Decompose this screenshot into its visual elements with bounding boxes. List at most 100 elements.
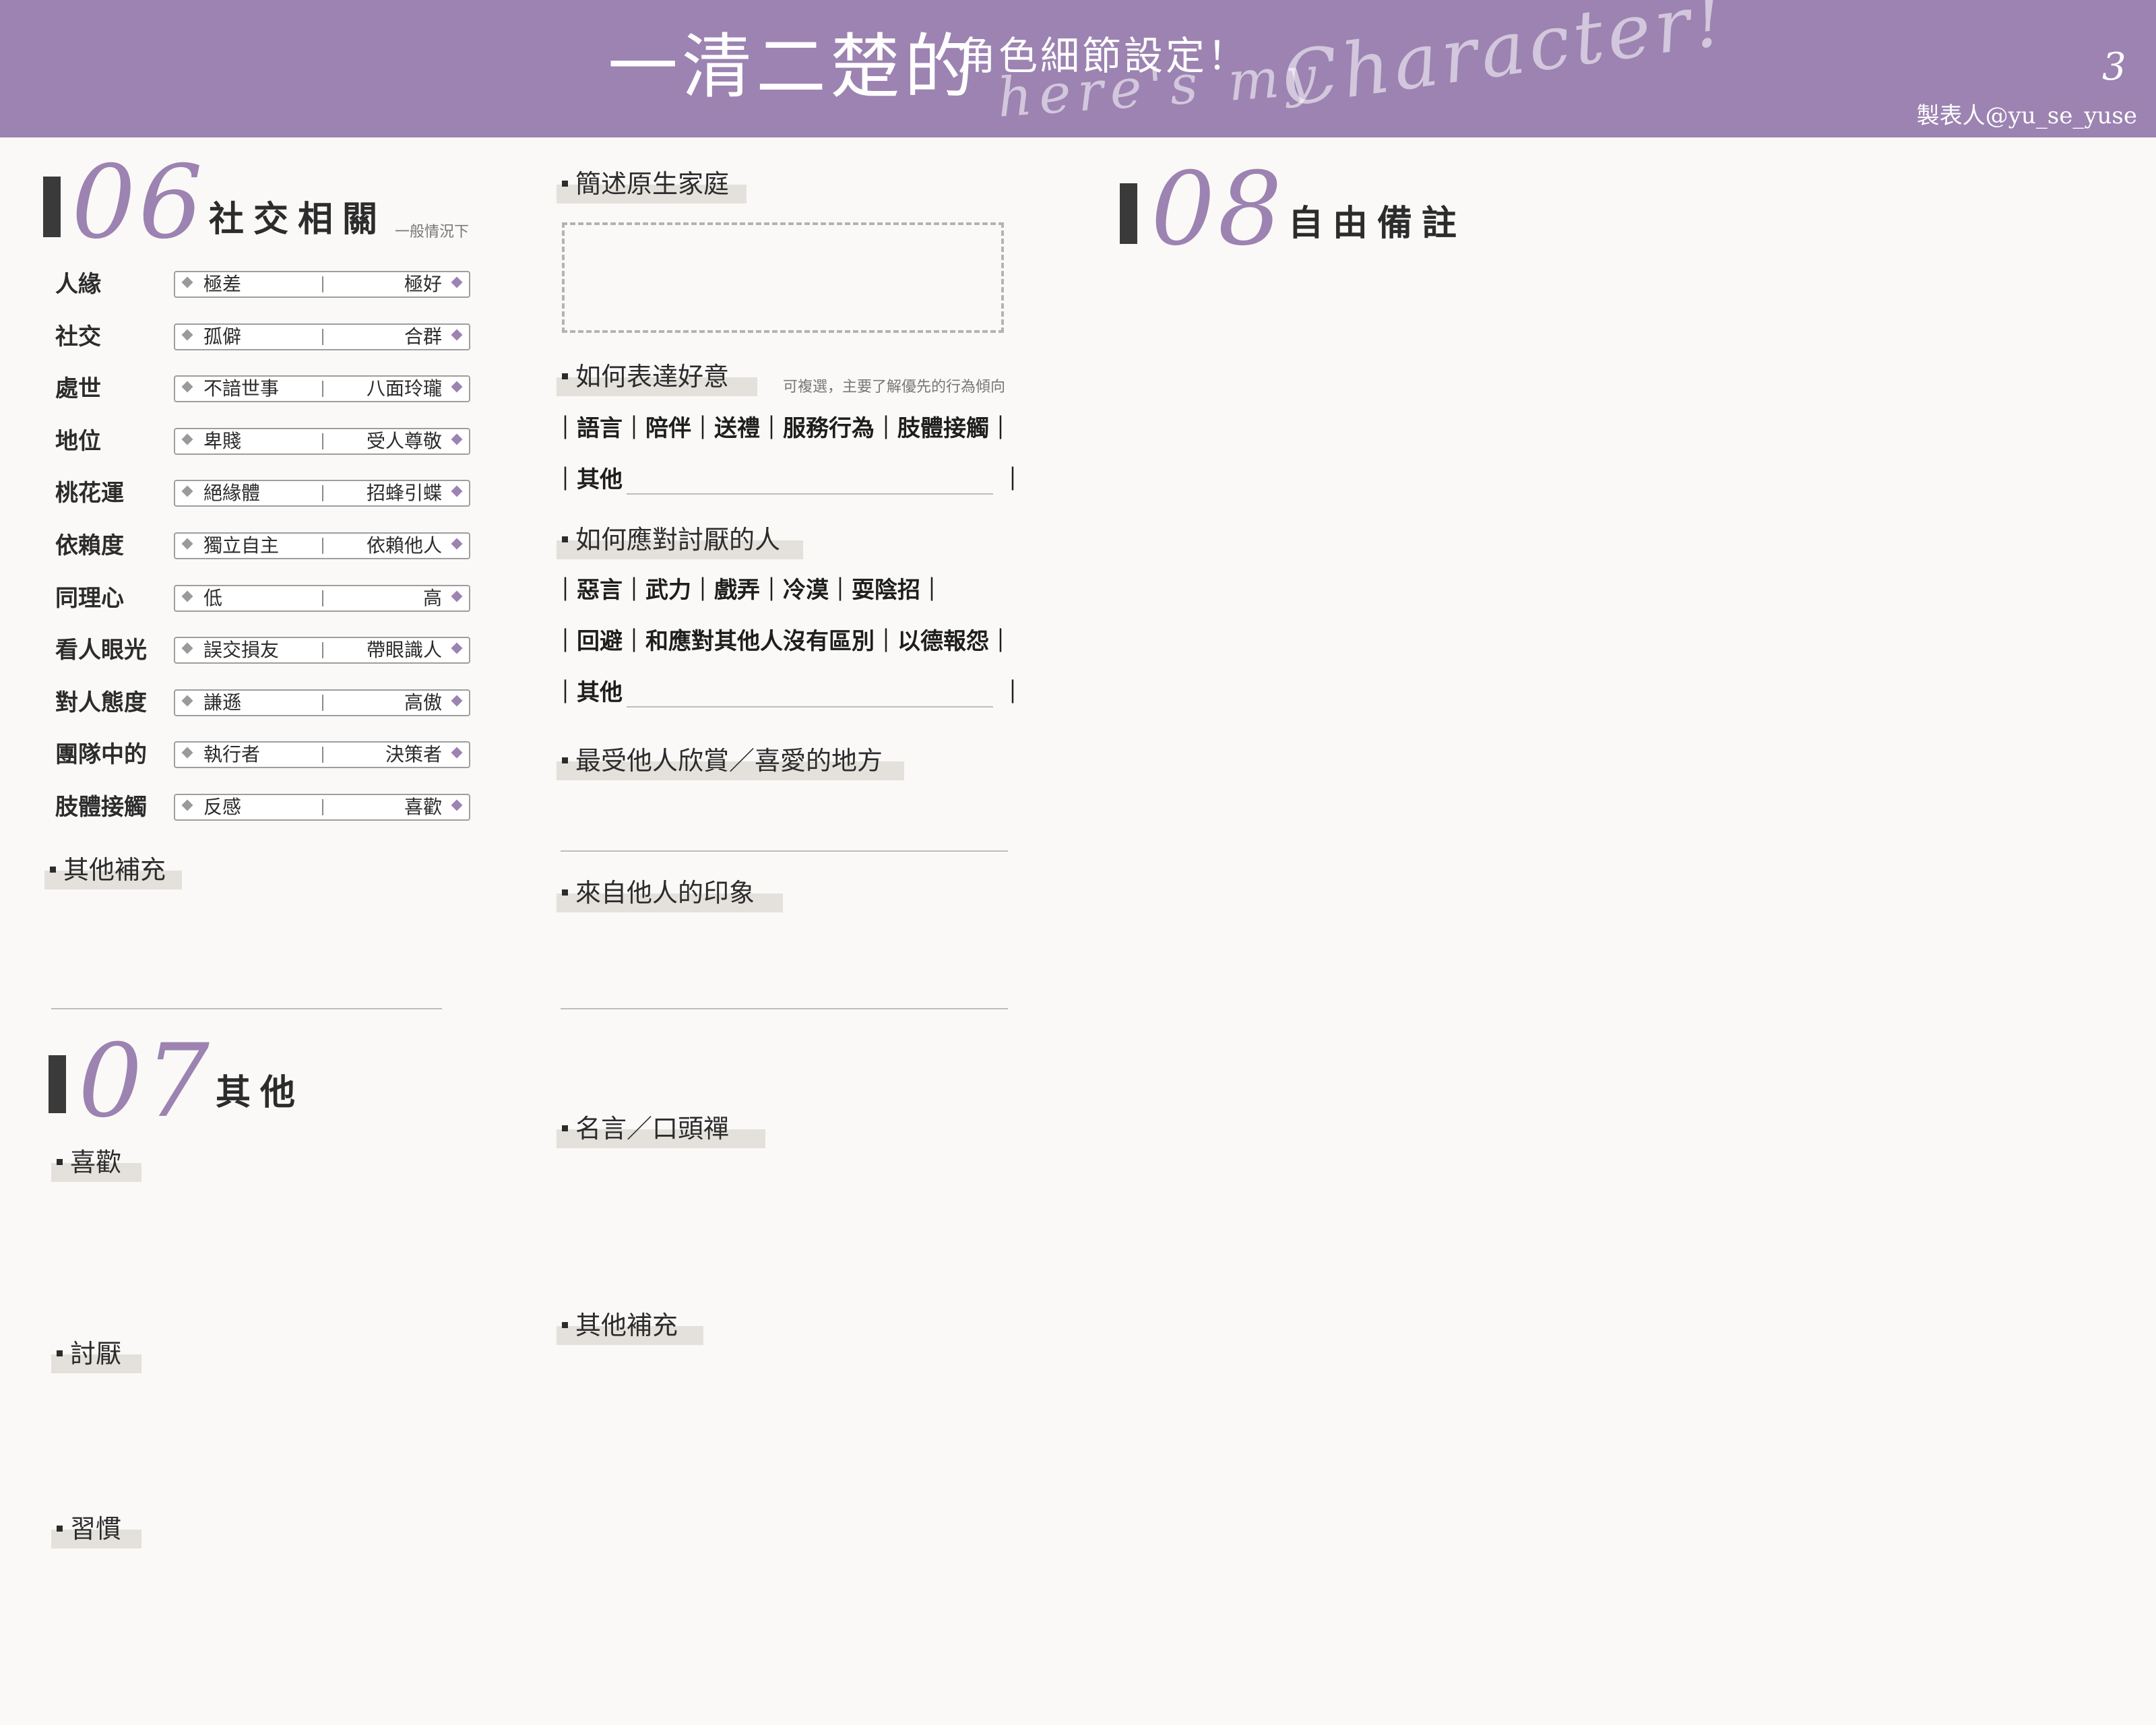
- affection-options[interactable]: ｜語言｜陪伴｜送禮｜服務行為｜肢體接觸｜: [554, 414, 1012, 443]
- slider-mid-tick: [322, 538, 323, 554]
- credit-text: 製表人@yu_se_yuse: [1916, 102, 2137, 129]
- trait-slider[interactable]: 反感 喜歡: [174, 794, 470, 821]
- dislikes-heading: 討厭: [51, 1337, 141, 1373]
- slider-left-label: 謙遜: [203, 691, 242, 714]
- slider-left-label: 極差: [203, 273, 242, 295]
- slider-mid-tick: [322, 747, 323, 763]
- section-07-bar: [49, 1055, 66, 1113]
- diamond-left-icon: [181, 747, 193, 759]
- trait-slider[interactable]: 獨立自主 依賴他人: [174, 532, 470, 559]
- trait-label: 同理心: [55, 585, 124, 612]
- quote-heading: 名言／口頭禪: [557, 1112, 765, 1148]
- trait-slider[interactable]: 低高: [174, 585, 470, 612]
- slider-left-label: 不諳世事: [203, 377, 280, 400]
- trait-label: 依賴度: [55, 532, 124, 559]
- trait-slider[interactable]: 不諳世事 八面玲瓏: [174, 375, 470, 402]
- trait-slider[interactable]: 孤僻 合群: [174, 323, 470, 350]
- slider-mid-tick: [322, 329, 323, 345]
- diamond-right-icon: [451, 538, 463, 550]
- trait-label: 肢體接觸: [55, 794, 147, 821]
- slider-left-label: 反感: [203, 796, 242, 818]
- trait-slider[interactable]: 絕緣體 招蜂引蝶: [174, 480, 470, 507]
- social-extra-heading: 其他補充: [44, 853, 182, 889]
- slider-left-label: 低: [203, 587, 223, 609]
- slider-right-label: 決策者: [385, 743, 442, 765]
- appreciated-line[interactable]: [561, 850, 1008, 852]
- slider-right-label: 八面玲瓏: [366, 377, 442, 400]
- trait-slider[interactable]: 卑賤 受人尊敬: [174, 428, 470, 455]
- likes-heading: 喜歡: [51, 1146, 141, 1182]
- hate-other-label: ｜其他: [554, 679, 623, 706]
- section-07-number: 07: [78, 1023, 212, 1140]
- slider-left-label: 獨立自主: [203, 534, 280, 557]
- trait-slider[interactable]: 執行者 決策者: [174, 741, 470, 768]
- diamond-right-icon: [451, 329, 463, 341]
- diamond-right-icon: [451, 590, 463, 602]
- trait-label: 團隊中的: [55, 741, 147, 768]
- diamond-left-icon: [181, 485, 193, 497]
- page-number: 3: [2102, 45, 2126, 89]
- slider-mid-tick: [322, 433, 323, 449]
- trait-label: 桃花運: [55, 480, 124, 507]
- slider-left-label: 誤交損友: [203, 639, 280, 661]
- trait-label: 地位: [55, 428, 101, 455]
- slider-mid-tick: [322, 695, 323, 711]
- section-06-number: 06: [71, 144, 205, 261]
- slider-right-label: 帶眼識人: [366, 639, 442, 661]
- diamond-left-icon: [181, 538, 193, 550]
- slider-right-label: 合群: [404, 325, 442, 348]
- trait-label: 社交: [55, 323, 101, 350]
- impression-line[interactable]: [561, 1008, 1008, 1009]
- section-08-bar: [1120, 183, 1137, 244]
- diamond-right-icon: [451, 799, 463, 811]
- slider-right-label: 高傲: [404, 691, 442, 714]
- slider-right-label: 喜歡: [404, 796, 442, 818]
- affection-other-line[interactable]: [627, 493, 993, 495]
- family-dashed-box[interactable]: [562, 222, 1004, 333]
- hate-other-line[interactable]: [627, 706, 993, 708]
- slider-right-label: 高: [422, 587, 442, 609]
- slider-right-label: 極好: [404, 273, 442, 295]
- affection-other-end: ｜: [1001, 466, 1024, 493]
- social-extra-line: [51, 1008, 442, 1009]
- diamond-left-icon: [181, 329, 193, 341]
- hate-heading: 如何應對討厭的人: [557, 523, 803, 559]
- trait-slider[interactable]: 誤交損友 帶眼識人: [174, 637, 470, 664]
- diamond-right-icon: [451, 276, 463, 288]
- diamond-left-icon: [181, 642, 193, 654]
- hate-options-1[interactable]: ｜惡言｜武力｜戲弄｜冷漠｜耍陰招｜: [554, 575, 943, 605]
- impression-heading: 來自他人的印象: [557, 876, 783, 912]
- slider-right-label: 招蜂引蝶: [366, 482, 442, 504]
- page-title-main: 一清二楚的: [608, 26, 979, 108]
- slider-left-label: 卑賤: [203, 430, 242, 452]
- slider-mid-tick: [322, 381, 323, 397]
- section-06-bar: [43, 177, 61, 237]
- section-08-number: 08: [1151, 151, 1285, 268]
- page-title-sub: 角色細節設定！: [957, 33, 1250, 79]
- trait-label: 對人態度: [55, 689, 147, 716]
- slider-right-label: 依賴他人: [366, 534, 442, 557]
- slider-mid-tick: [322, 485, 323, 501]
- diamond-left-icon: [181, 695, 193, 707]
- section-08-title: 自由備註: [1288, 203, 1467, 244]
- slider-mid-tick: [322, 276, 323, 292]
- diamond-left-icon: [181, 276, 193, 288]
- middle-extra-heading: 其他補充: [557, 1309, 703, 1345]
- affection-heading: 如何表達好意: [557, 360, 757, 396]
- slider-left-label: 孤僻: [203, 325, 242, 348]
- trait-slider[interactable]: 極差 極好: [174, 271, 470, 298]
- trait-label: 人緣: [55, 271, 101, 298]
- slider-right-label: 受人尊敬: [366, 430, 442, 452]
- trait-slider[interactable]: 謙遜 高傲: [174, 689, 470, 716]
- diamond-right-icon: [451, 485, 463, 497]
- slider-mid-tick: [322, 799, 323, 815]
- hate-other-end: ｜: [1001, 679, 1024, 706]
- trait-label: 看人眼光: [55, 637, 147, 664]
- diamond-right-icon: [451, 642, 463, 654]
- section-07-title: 其他: [216, 1072, 305, 1113]
- section-06-note: 一般情況下: [395, 224, 470, 241]
- hate-options-2[interactable]: ｜回避｜和應對其他人沒有區別｜以德報怨｜: [554, 627, 1012, 656]
- trait-label: 處世: [55, 375, 101, 402]
- diamond-left-icon: [181, 433, 193, 445]
- diamond-right-icon: [451, 381, 463, 393]
